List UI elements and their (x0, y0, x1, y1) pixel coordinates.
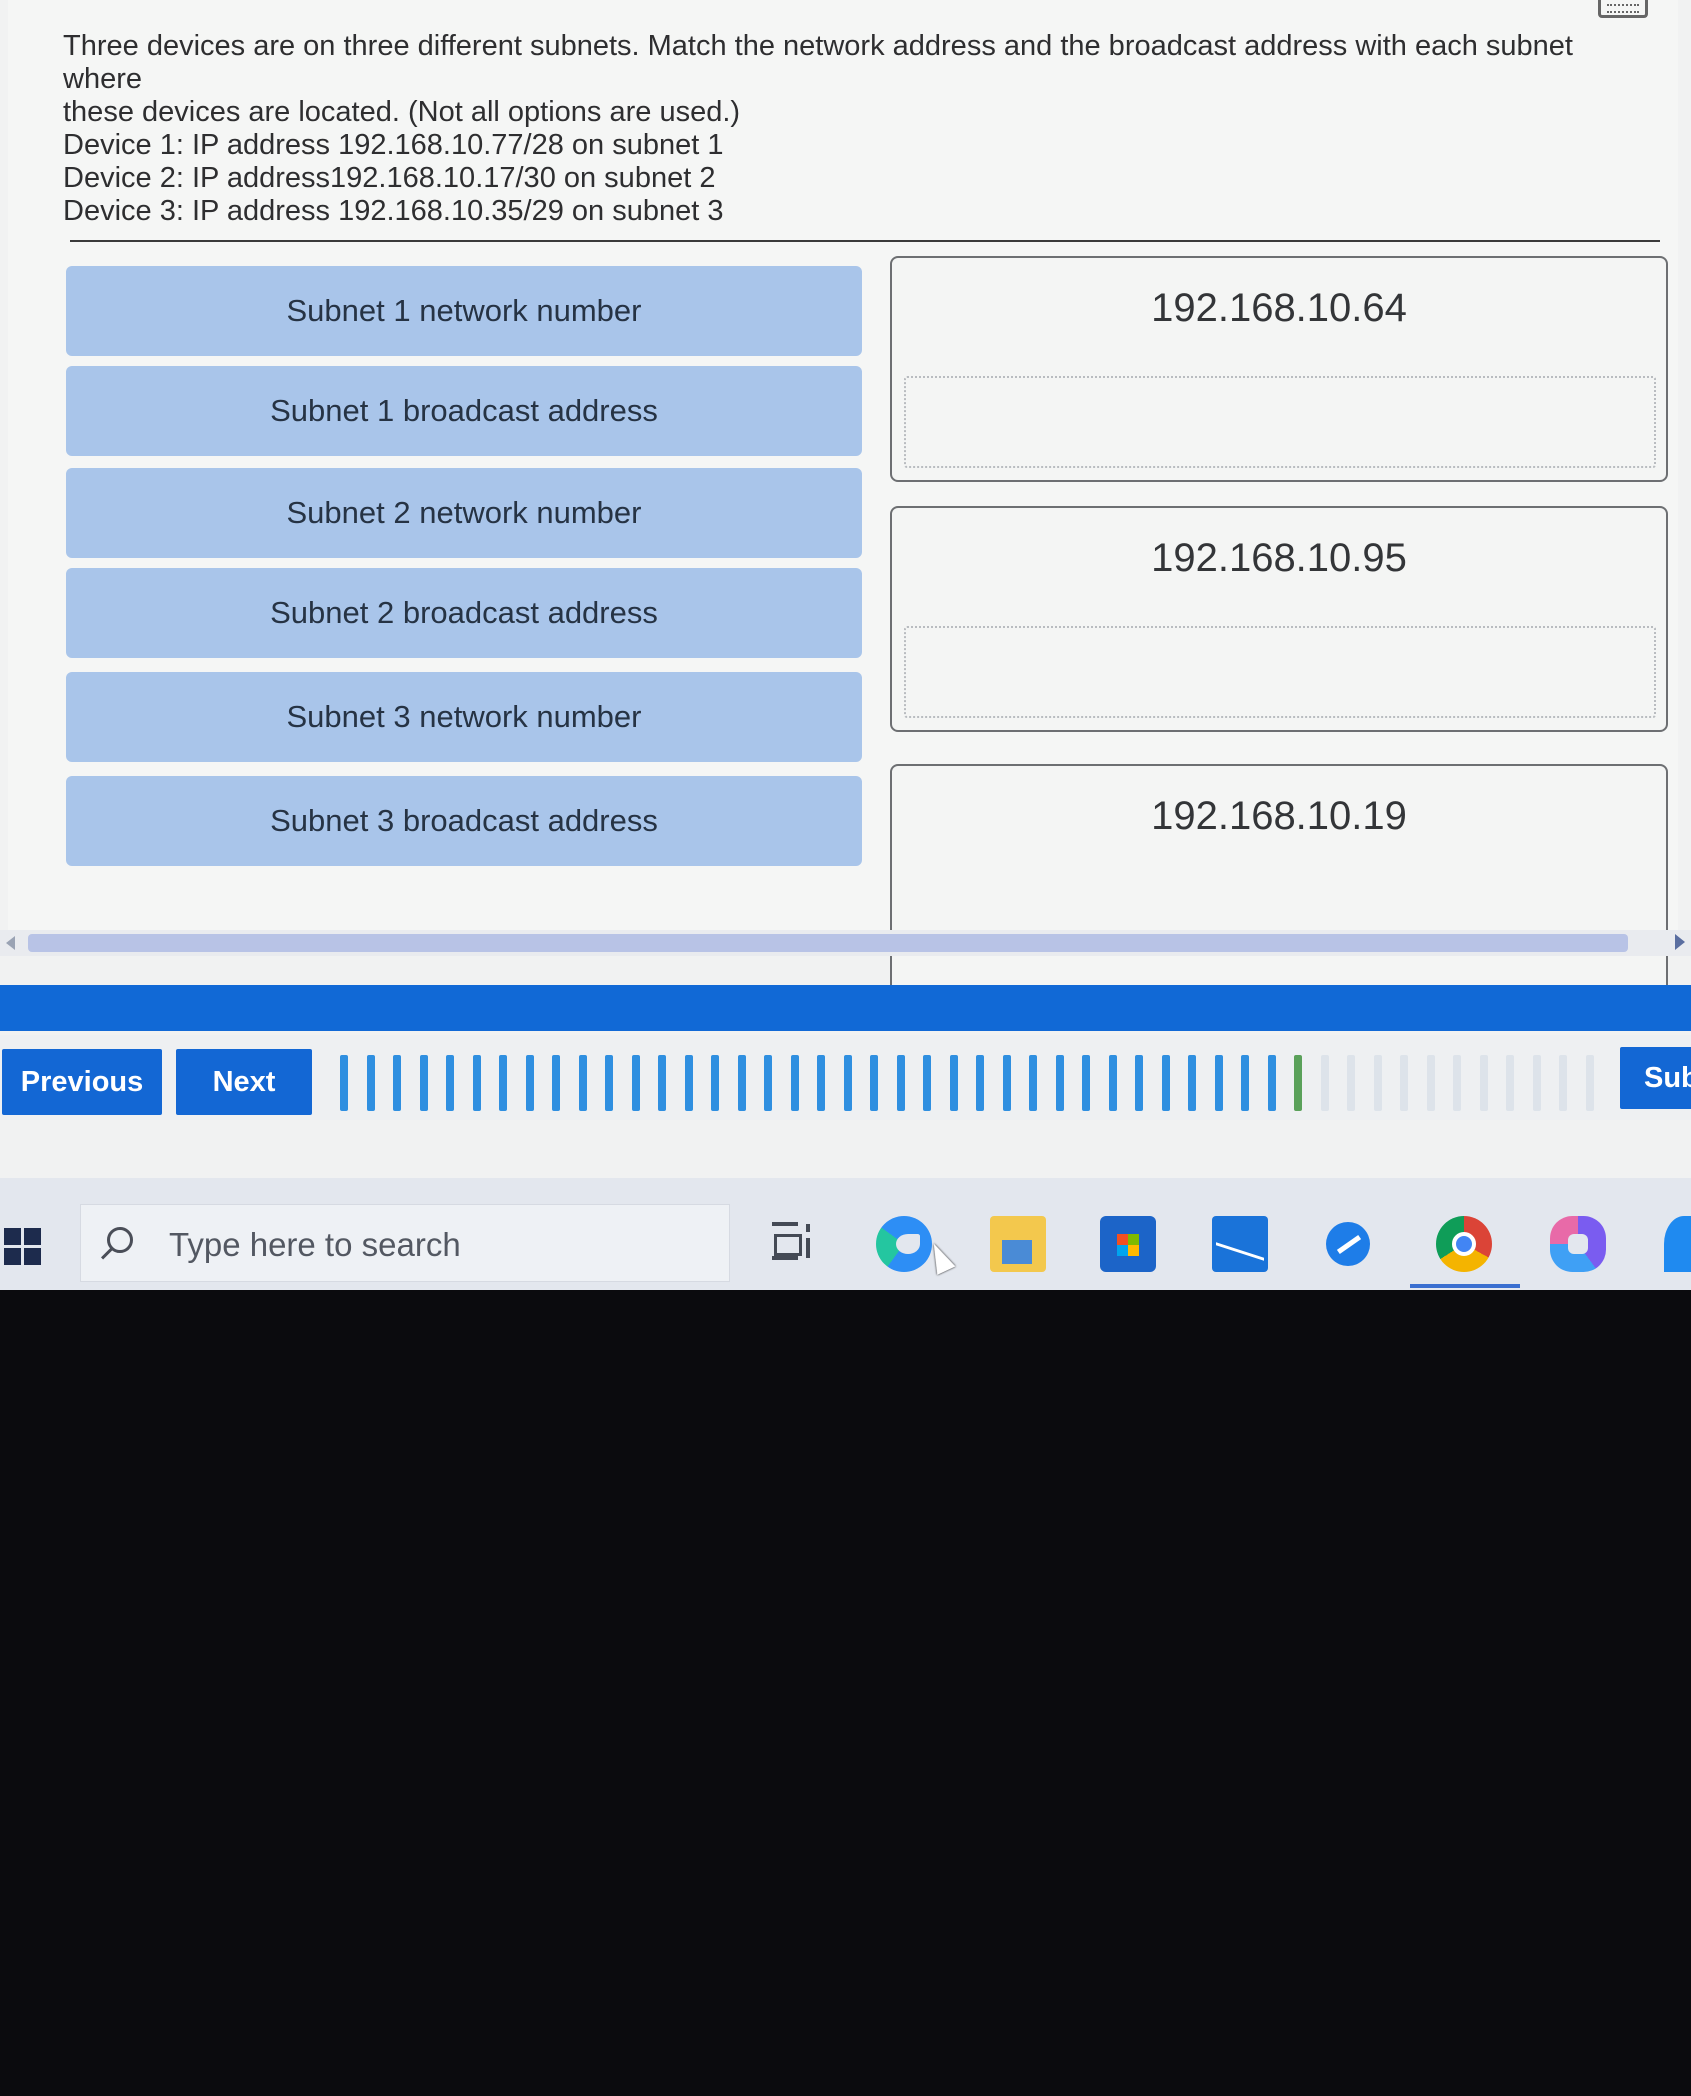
progress-tick[interactable] (764, 1055, 772, 1111)
drop-slot[interactable] (904, 626, 1656, 718)
progress-tick[interactable] (976, 1055, 984, 1111)
search-input[interactable] (167, 1221, 711, 1269)
store-icon[interactable] (1100, 1216, 1156, 1272)
progress-tick[interactable] (1426, 1055, 1435, 1111)
progress-tick[interactable] (870, 1055, 878, 1111)
option-box[interactable]: 192.168.10.64 (890, 256, 1668, 482)
progress-tick[interactable] (1585, 1055, 1594, 1111)
windows-icon[interactable] (4, 1228, 42, 1266)
progress-tick[interactable] (1161, 1055, 1170, 1111)
question-line: Device 3: IP address 192.168.10.35/29 on… (63, 195, 724, 227)
progress-tick[interactable] (817, 1055, 825, 1111)
progress-tick[interactable] (1082, 1055, 1090, 1111)
question-line: Device 2: IP address192.168.10.17/30 on … (63, 162, 716, 194)
progress-tick[interactable] (366, 1055, 375, 1111)
progress-tick[interactable] (790, 1055, 799, 1111)
progress-tick[interactable] (684, 1055, 693, 1111)
progress-tick[interactable] (1214, 1055, 1223, 1111)
next-button[interactable]: Next (176, 1049, 312, 1115)
progress-tick[interactable] (499, 1055, 507, 1111)
progress-tick[interactable] (631, 1055, 640, 1111)
progress-tick[interactable] (1373, 1055, 1382, 1111)
progress-tick[interactable] (711, 1055, 719, 1111)
option-box[interactable]: 192.168.10.19 (890, 764, 1668, 1004)
progress-tick[interactable] (1002, 1055, 1011, 1111)
label-subnet-1-network[interactable]: Subnet 1 network number (66, 266, 862, 356)
progress-tick[interactable] (1400, 1055, 1408, 1111)
progress-tick[interactable] (737, 1055, 746, 1111)
progress-tick[interactable] (923, 1055, 931, 1111)
label-subnet-3-network[interactable]: Subnet 3 network number (66, 672, 862, 762)
label-subnet-2-broadcast[interactable]: Subnet 2 broadcast address (66, 568, 862, 658)
tools-icon[interactable] (1326, 1222, 1370, 1266)
copilot-icon[interactable] (1550, 1216, 1606, 1272)
progress-tick[interactable] (1532, 1055, 1541, 1111)
search-icon (107, 1227, 133, 1253)
taskbar-search[interactable] (80, 1204, 730, 1282)
progress-tick[interactable] (658, 1055, 666, 1111)
edge-icon[interactable] (876, 1216, 932, 1272)
progress-tick[interactable] (896, 1055, 905, 1111)
footer-bar (0, 985, 1691, 1031)
progress-tick[interactable] (1135, 1055, 1143, 1111)
mail-icon[interactable] (1212, 1216, 1268, 1272)
progress-tick[interactable] (605, 1055, 613, 1111)
active-app-indicator (1410, 1284, 1520, 1288)
progress-tick[interactable] (1347, 1055, 1355, 1111)
progress-tick[interactable] (1559, 1055, 1567, 1111)
taskbar (0, 1178, 1691, 1290)
progress-tick[interactable] (949, 1055, 958, 1111)
progress-tick[interactable] (1267, 1055, 1276, 1111)
option-value: 192.168.10.19 (1151, 794, 1407, 838)
scrollbar-thumb[interactable] (28, 934, 1628, 952)
app-icon[interactable] (1664, 1216, 1691, 1272)
task-view-icon[interactable] (766, 1216, 822, 1272)
progress-tick[interactable] (552, 1055, 560, 1111)
progress-tick[interactable] (1320, 1055, 1329, 1111)
label-subnet-2-network[interactable]: Subnet 2 network number (66, 468, 862, 558)
progress-tick[interactable] (1453, 1055, 1461, 1111)
submit-button[interactable]: Sub (1620, 1047, 1691, 1109)
progress-tick[interactable] (446, 1055, 454, 1111)
chrome-icon[interactable] (1436, 1216, 1492, 1272)
scroll-right-arrow-icon[interactable] (1675, 934, 1685, 950)
question-text: Three devices are on three different sub… (63, 30, 1623, 228)
screen: Three devices are on three different sub… (0, 0, 1691, 1290)
label-subnet-3-broadcast[interactable]: Subnet 3 broadcast address (66, 776, 862, 866)
option-box[interactable]: 192.168.10.95 (890, 506, 1668, 732)
progress-tick[interactable] (1479, 1055, 1488, 1111)
question-progress (340, 1055, 1610, 1111)
drop-slot[interactable] (904, 376, 1656, 468)
question-line: Device 1: IP address 192.168.10.77/28 on… (63, 129, 724, 161)
question-line: Three devices are on three different sub… (63, 30, 1573, 95)
progress-tick[interactable] (525, 1055, 534, 1111)
question-line: these devices are located. (Not all opti… (63, 96, 741, 128)
progress-tick[interactable] (843, 1055, 852, 1111)
keyboard-icon[interactable] (1598, 0, 1648, 18)
navigation-row: Previous Next Sub (0, 1035, 1691, 1120)
previous-button[interactable]: Previous (2, 1049, 162, 1115)
progress-tick[interactable] (472, 1055, 481, 1111)
horizontal-scrollbar[interactable] (0, 930, 1691, 956)
progress-tick[interactable] (1506, 1055, 1514, 1111)
file-explorer-icon[interactable] (990, 1216, 1046, 1272)
progress-tick[interactable] (393, 1055, 401, 1111)
option-value: 192.168.10.64 (1151, 286, 1407, 330)
progress-tick[interactable] (1108, 1055, 1117, 1111)
progress-tick[interactable] (578, 1055, 587, 1111)
quiz-content: Three devices are on three different sub… (8, 0, 1678, 1004)
label-subnet-1-broadcast[interactable]: Subnet 1 broadcast address (66, 366, 862, 456)
divider (70, 240, 1660, 242)
progress-tick[interactable] (1029, 1055, 1037, 1111)
progress-tick[interactable] (1055, 1055, 1064, 1111)
progress-tick[interactable] (419, 1055, 428, 1111)
progress-tick[interactable] (340, 1055, 348, 1111)
progress-tick[interactable] (1188, 1055, 1196, 1111)
progress-tick[interactable] (1294, 1055, 1302, 1111)
option-value: 192.168.10.95 (1151, 536, 1407, 580)
progress-tick[interactable] (1241, 1055, 1249, 1111)
scroll-left-arrow-icon[interactable] (6, 936, 15, 950)
